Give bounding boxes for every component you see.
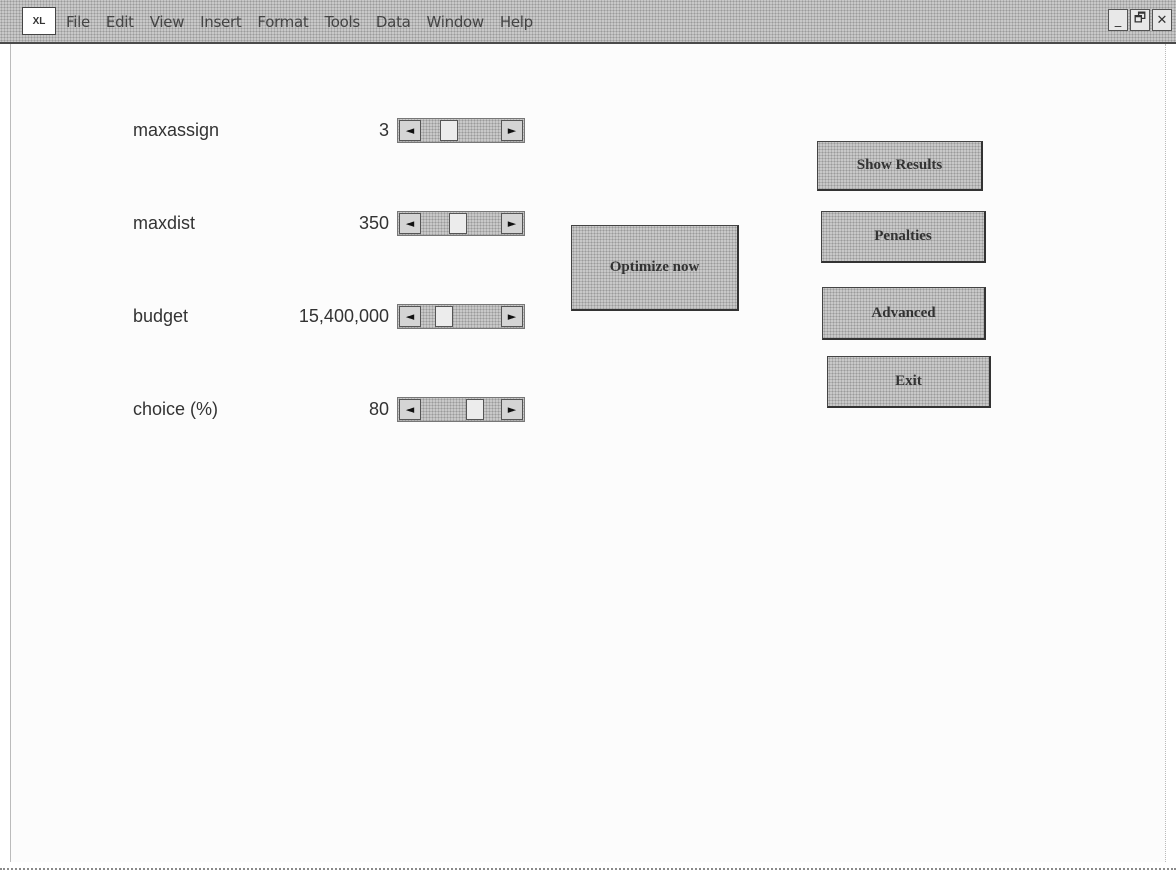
sheet-area <box>10 44 1166 862</box>
scrollbar-maxassign[interactable]: ◄ ► <box>397 118 525 143</box>
menu-tools[interactable]: Tools <box>324 13 360 31</box>
menu-data[interactable]: Data <box>376 13 411 31</box>
window-controls: _ 🗗 ✕ <box>1108 9 1172 31</box>
param-value-maxassign: 3 <box>378 120 389 140</box>
scroll-thumb[interactable] <box>449 213 468 234</box>
minimize-icon[interactable]: _ <box>1108 9 1128 31</box>
scroll-right-arrow-icon[interactable]: ► <box>501 306 523 327</box>
param-label-choice: choice (%) <box>133 399 219 419</box>
scroll-thumb[interactable] <box>440 120 459 141</box>
scroll-left-arrow-icon[interactable]: ◄ <box>399 306 421 327</box>
menu-items: File Edit View Insert Format Tools Data … <box>66 13 549 31</box>
scroll-right-arrow-icon[interactable]: ► <box>501 120 523 141</box>
param-value-budget: 15,400,000 <box>298 306 389 326</box>
menu-bar: XL File Edit View Insert Format Tools Da… <box>0 0 1176 44</box>
advanced-button[interactable]: Advanced <box>822 287 986 340</box>
param-value-choice: 80 <box>368 399 389 419</box>
scroll-right-arrow-icon[interactable]: ► <box>501 399 523 420</box>
menu-window[interactable]: Window <box>427 13 485 31</box>
scroll-left-arrow-icon[interactable]: ◄ <box>399 120 421 141</box>
scroll-left-arrow-icon[interactable]: ◄ <box>399 213 421 234</box>
scrollbar-choice[interactable]: ◄ ► <box>397 397 525 422</box>
scroll-thumb[interactable] <box>465 399 484 420</box>
scroll-left-arrow-icon[interactable]: ◄ <box>399 399 421 420</box>
optimize-now-button[interactable]: Optimize now <box>571 225 739 311</box>
scrollbar-budget[interactable]: ◄ ► <box>397 304 525 329</box>
menu-help[interactable]: Help <box>500 13 533 31</box>
menu-edit[interactable]: Edit <box>106 13 134 31</box>
scrollbar-maxdist[interactable]: ◄ ► <box>397 211 525 236</box>
window-bottom-border <box>0 868 1176 870</box>
close-icon[interactable]: ✕ <box>1152 9 1172 31</box>
show-results-button[interactable]: Show Results <box>817 141 983 191</box>
menu-view[interactable]: View <box>150 13 185 31</box>
scroll-right-arrow-icon[interactable]: ► <box>501 213 523 234</box>
restore-icon[interactable]: 🗗 <box>1130 9 1150 31</box>
menu-insert[interactable]: Insert <box>200 13 242 31</box>
param-label-maxdist: maxdist <box>133 213 196 233</box>
menu-file[interactable]: File <box>66 13 90 31</box>
param-value-maxdist: 350 <box>358 213 389 233</box>
param-label-budget: budget <box>133 306 189 326</box>
menu-format[interactable]: Format <box>257 13 308 31</box>
penalties-button[interactable]: Penalties <box>821 211 986 263</box>
param-label-maxassign: maxassign <box>133 120 220 140</box>
exit-button[interactable]: Exit <box>827 356 991 408</box>
excel-app-icon[interactable]: XL <box>22 7 56 35</box>
scroll-thumb[interactable] <box>435 306 454 327</box>
